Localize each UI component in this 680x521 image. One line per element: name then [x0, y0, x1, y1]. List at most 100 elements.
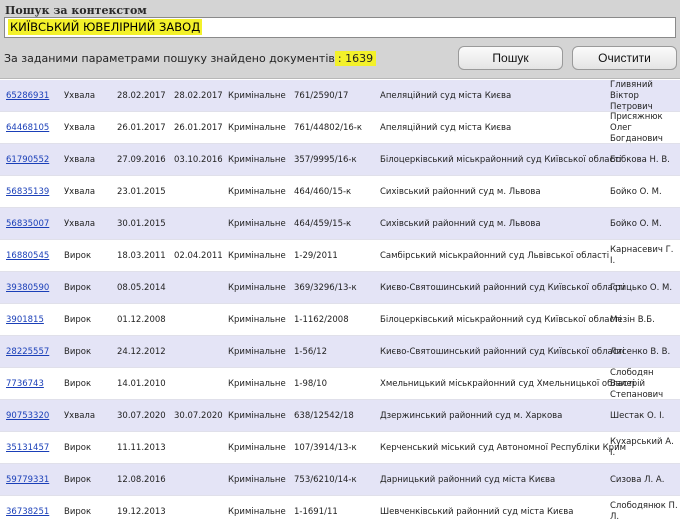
search-input[interactable]: КИЇВСЬКИЙ ЮВЕЛІРНИЙ ЗАВОД [4, 17, 676, 38]
proceeding-form: Кримінальне [228, 251, 286, 261]
case-number: 369/3296/13-к [294, 283, 357, 293]
results-summary: За заданими параметрами пошуку знайдено … [4, 51, 377, 66]
publication-date: 28.02.2017 [174, 91, 223, 101]
document-link[interactable]: 16880545 [6, 251, 49, 261]
court-name: Білоцерківський міськрайонний суд Київсь… [380, 315, 622, 325]
decision-type: Ухвала [64, 91, 96, 101]
document-link[interactable]: 7736743 [6, 379, 44, 389]
document-id-cell: 56835007 [6, 208, 49, 240]
registration-date: 26.01.2017 [117, 123, 166, 133]
case-number: 761/2590/17 [294, 91, 349, 101]
decision-type: Вирок [64, 507, 92, 517]
court-name: Дзержинський районний суд м. Харкова [380, 411, 563, 421]
judge-name: Сизова Л. А. [610, 474, 665, 485]
clear-button[interactable]: Очистити [572, 46, 677, 70]
court-name: Самбірський міськрайонний суд Львівської… [380, 251, 610, 261]
decision-type: Вирок [64, 251, 92, 261]
decision-type: Вирок [64, 283, 92, 293]
registration-date: 28.02.2017 [117, 91, 166, 101]
search-label: Пошук за контекстом [5, 4, 147, 17]
document-link[interactable]: 56835007 [6, 219, 49, 229]
registration-date: 14.01.2010 [117, 379, 166, 389]
document-link[interactable]: 56835139 [6, 187, 49, 197]
case-number: 753/6210/14-к [294, 475, 357, 485]
registration-date: 11.11.2013 [117, 443, 166, 453]
court-name: Керченський міський суд Автономної Респу… [380, 443, 627, 453]
table-row: 65286931 Ухвала 28.02.2017 28.02.2017 Кримін… [0, 80, 680, 112]
publication-date: 30.07.2020 [174, 411, 223, 421]
search-button[interactable]: Пошук [458, 46, 563, 70]
judge-name: Лисенко В. В. [610, 346, 671, 357]
judge-name: Карнасевич Г. І. [610, 245, 674, 266]
table-row: 61790552 Ухвала 27.09.2016 03.10.2016 Кримін… [0, 144, 680, 176]
publication-date: 03.10.2016 [174, 155, 223, 165]
document-id-cell: 16880545 [6, 240, 49, 272]
case-number: 1-56/12 [294, 347, 327, 357]
court-name: Апеляційний суд міста Києва [380, 123, 512, 133]
document-link[interactable]: 65286931 [6, 91, 49, 101]
document-link[interactable]: 59779331 [6, 475, 49, 485]
document-id-cell: 35131457 [6, 432, 49, 464]
judge-name: Слободянюк П. Л. [610, 501, 678, 521]
court-name: Києво-Святошинський районний суд Київськ… [380, 283, 625, 293]
document-id-cell: 64468105 [6, 112, 49, 144]
court-name: Сихівський районний суд м. Львова [380, 187, 541, 197]
court-name: Хмельницький міськрайонний суд Хмельниць… [380, 379, 635, 389]
table-row: 7736743 Вирок 14.01.2010 Кримінальне 1-98/10… [0, 368, 680, 400]
document-id-cell: 65286931 [6, 80, 49, 112]
document-id-cell: 39380590 [6, 272, 49, 304]
document-id-cell: 61790552 [6, 144, 49, 176]
publication-date: 26.01.2017 [174, 123, 223, 133]
proceeding-form: Кримінальне [228, 315, 286, 325]
case-number: 107/3914/13-к [294, 443, 357, 453]
court-name: Сихівський районний суд м. Львова [380, 219, 541, 229]
court-name: Апеляційний суд міста Києва [380, 91, 512, 101]
search-query-text: КИЇВСЬКИЙ ЮВЕЛІРНИЙ ЗАВОД [8, 19, 203, 35]
registration-date: 18.03.2011 [117, 251, 166, 261]
registration-date: 27.09.2016 [117, 155, 166, 165]
document-link[interactable]: 39380590 [6, 283, 49, 293]
proceeding-form: Кримінальне [228, 507, 286, 517]
document-id-cell: 56835139 [6, 176, 49, 208]
decision-type: Вирок [64, 443, 92, 453]
decision-type: Вирок [64, 347, 92, 357]
decision-type: Ухвала [64, 155, 96, 165]
table-row: 64468105 Ухвала 26.01.2017 26.01.2017 Кримін… [0, 112, 680, 144]
case-number: 638/12542/18 [294, 411, 354, 421]
judge-name: Мезін В.Б. [610, 314, 655, 325]
publication-date: 02.04.2011 [174, 251, 223, 261]
proceeding-form: Кримінальне [228, 379, 286, 389]
document-link[interactable]: 3901815 [6, 315, 44, 325]
proceeding-form: Кримінальне [228, 347, 286, 357]
registration-date: 30.01.2015 [117, 219, 166, 229]
registration-date: 01.12.2008 [117, 315, 166, 325]
document-link[interactable]: 28225557 [6, 347, 49, 357]
table-row: 28225557 Вирок 24.12.2012 Кримінальне 1-56/1… [0, 336, 680, 368]
judge-name: Бойко О. М. [610, 186, 662, 197]
table-row: 59779331 Вирок 12.08.2016 Кримінальне 753/62… [0, 464, 680, 496]
case-number: 1-98/10 [294, 379, 327, 389]
decision-type: Вирок [64, 379, 92, 389]
document-link[interactable]: 36738251 [6, 507, 49, 517]
judge-name: Гливяний Віктор Петрович [610, 79, 653, 112]
judge-name: Грицько О. М. [610, 282, 673, 293]
judge-name: Шестак О. І. [610, 410, 665, 421]
document-link[interactable]: 61790552 [6, 155, 49, 165]
registration-date: 19.12.2013 [117, 507, 166, 517]
table-row: 56835007 Ухвала 30.01.2015 Кримінальне 464/4… [0, 208, 680, 240]
document-link[interactable]: 64468105 [6, 123, 49, 133]
case-number: 1-29/2011 [294, 251, 338, 261]
registration-date: 23.01.2015 [117, 187, 166, 197]
case-number: 1-1691/11 [294, 507, 338, 517]
document-id-cell: 59779331 [6, 464, 49, 496]
document-link[interactable]: 90753320 [6, 411, 49, 421]
results-summary-text: За заданими параметрами пошуку знайдено … [4, 52, 335, 65]
document-link[interactable]: 35131457 [6, 443, 49, 453]
document-id-cell: 3901815 [6, 304, 44, 336]
document-id-cell: 90753320 [6, 400, 49, 432]
court-name: Києво-Святошинський районний суд Київськ… [380, 347, 625, 357]
registration-date: 12.08.2016 [117, 475, 166, 485]
case-number: 464/459/15-к [294, 219, 352, 229]
table-row: 56835139 Ухвала 23.01.2015 Кримінальне 464/4… [0, 176, 680, 208]
decision-type: Ухвала [64, 187, 96, 197]
